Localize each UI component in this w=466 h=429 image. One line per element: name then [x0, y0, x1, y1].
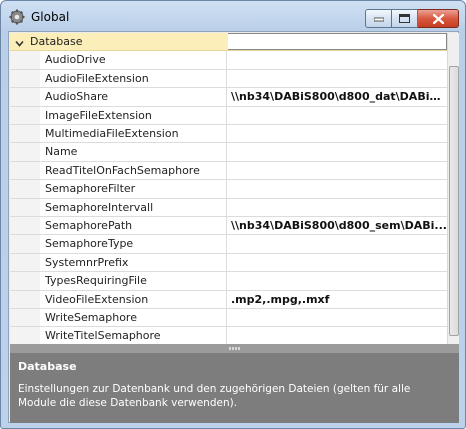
property-name: ImageFileExtension: [40, 106, 227, 124]
property-value[interactable]: [228, 235, 447, 252]
property-row[interactable]: SemaphorePath \\nb34\DABiS800\d800_sem\D…: [10, 217, 447, 236]
property-row[interactable]: AudioDrive: [10, 51, 447, 70]
property-name: WriteSemaphore: [40, 309, 227, 327]
property-value[interactable]: [228, 51, 447, 68]
property-name: VideoFileExtension: [40, 290, 227, 308]
maximize-icon: [399, 14, 410, 23]
property-row[interactable]: TypesRequiringFile: [10, 272, 447, 291]
close-button[interactable]: [418, 9, 459, 28]
property-row[interactable]: AudioFileExtension: [10, 69, 447, 89]
property-name: SystemnrPrefix: [40, 253, 227, 272]
row-gutter: [10, 69, 40, 88]
category-label: Database: [30, 35, 83, 48]
window-content: Database AudioDrive AudioFileExtension A…: [8, 31, 459, 423]
property-name: MultimediaFileExtension: [40, 125, 227, 143]
property-value[interactable]: [228, 70, 447, 87]
close-icon: [432, 13, 444, 24]
row-gutter: [10, 217, 40, 235]
row-gutter: [10, 180, 40, 198]
description-title: Database: [18, 360, 77, 373]
grip-icon: [229, 347, 241, 350]
property-row[interactable]: SemaphoreType: [10, 235, 447, 254]
row-gutter: [10, 161, 40, 180]
minimize-icon: [373, 17, 384, 21]
row-gutter: [10, 125, 40, 143]
gear-icon: [9, 9, 25, 25]
property-value[interactable]: [228, 162, 447, 179]
minimize-button[interactable]: [365, 9, 392, 28]
property-name: Name: [40, 143, 227, 161]
property-value[interactable]: [228, 143, 447, 160]
row-gutter: [10, 290, 40, 308]
property-row[interactable]: SemaphoreFilter: [10, 180, 447, 199]
property-value[interactable]: [228, 272, 447, 289]
property-row[interactable]: VideoFileExtension .mp2,.mpg,.mxf: [10, 290, 447, 309]
property-value[interactable]: [228, 309, 447, 326]
row-gutter: [10, 327, 40, 344]
row-gutter: [10, 198, 40, 216]
vertical-scrollbar[interactable]: [447, 33, 459, 344]
row-gutter: [10, 235, 40, 253]
property-value[interactable]: \\nb34\DABiS800\d800_sem\DABi...: [228, 217, 447, 234]
maximize-button[interactable]: [392, 9, 418, 28]
property-row[interactable]: SystemnrPrefix: [10, 253, 447, 273]
property-name: ReadTitelOnFachSemaphore: [40, 161, 227, 180]
property-name: AudioDrive: [40, 51, 227, 69]
row-gutter: [10, 51, 40, 69]
property-name: WriteTitelSemaphore: [40, 327, 227, 344]
property-name: SemaphoreType: [40, 235, 227, 253]
scroll-thumb[interactable]: [449, 66, 459, 336]
property-value[interactable]: \\nb34\DABiS800\d800_dat\DABiS...: [228, 88, 447, 105]
property-window: Global Database AudioDrive AudioFileExte…: [0, 0, 466, 429]
description-panel: Database Einstellungen zur Datenbank und…: [10, 353, 459, 423]
row-gutter: [10, 309, 40, 327]
property-value[interactable]: [228, 327, 447, 344]
property-name: SemaphoreFilter: [40, 180, 227, 198]
property-row[interactable]: SemaphoreIntervall: [10, 198, 447, 217]
property-name: TypesRequiringFile: [40, 272, 227, 290]
property-value[interactable]: [228, 107, 447, 124]
property-row[interactable]: ImageFileExtension: [10, 106, 447, 125]
row-gutter: [10, 106, 40, 124]
property-row[interactable]: MultimediaFileExtension: [10, 125, 447, 144]
property-row[interactable]: WriteSemaphore: [10, 309, 447, 328]
property-value[interactable]: [228, 180, 447, 197]
property-value[interactable]: .mp2,.mpg,.mxf: [228, 291, 447, 308]
chevron-down-icon[interactable]: [15, 38, 24, 47]
property-value[interactable]: [228, 254, 447, 271]
property-value[interactable]: [228, 125, 447, 142]
title-bar[interactable]: Global: [1, 1, 465, 31]
description-splitter[interactable]: [10, 344, 459, 353]
property-row[interactable]: Name: [10, 143, 447, 162]
property-value[interactable]: [228, 199, 447, 216]
row-gutter: [10, 88, 40, 106]
category-row-database[interactable]: Database: [10, 33, 447, 52]
property-grid[interactable]: Database AudioDrive AudioFileExtension A…: [10, 33, 447, 344]
property-name: AudioFileExtension: [40, 69, 227, 88]
property-name: AudioShare: [40, 88, 227, 106]
category-value-field[interactable]: [228, 33, 447, 51]
row-gutter: [10, 253, 40, 272]
row-gutter: [10, 272, 40, 290]
row-gutter: [10, 143, 40, 161]
property-name: SemaphoreIntervall: [40, 198, 227, 216]
property-row[interactable]: AudioShare \\nb34\DABiS800\d800_dat\DABi…: [10, 88, 447, 107]
window-title: Global: [31, 10, 70, 24]
property-row[interactable]: ReadTitelOnFachSemaphore: [10, 161, 447, 181]
property-name: SemaphorePath: [40, 217, 227, 235]
property-row[interactable]: WriteTitelSemaphore: [10, 327, 447, 344]
description-text: Einstellungen zur Datenbank und den zuge…: [18, 383, 411, 409]
